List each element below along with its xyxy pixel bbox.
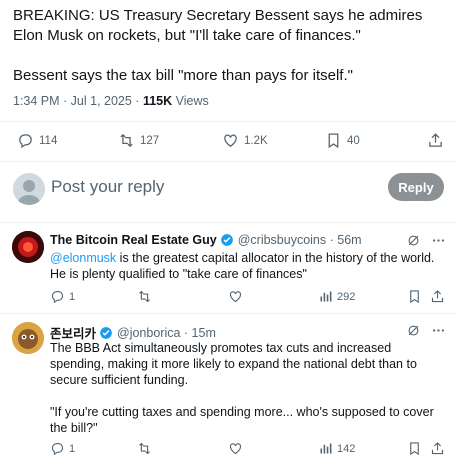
reply-count: 114	[39, 134, 58, 147]
divider	[0, 222, 456, 223]
post-time[interactable]: 1:34 PM · Jul 1, 2025 ·	[13, 94, 143, 108]
share-button[interactable]	[430, 441, 449, 456]
like-icon	[229, 443, 242, 455]
main-post: BREAKING: US Treasury Secretary Bessent …	[13, 6, 443, 86]
share-button[interactable]	[430, 289, 449, 304]
views-icon	[320, 291, 332, 302]
post-meta: 1:34 PM · Jul 1, 2025 · 115K Views	[13, 94, 209, 108]
tweet-tools	[406, 233, 446, 248]
reply-button[interactable]: 114	[17, 132, 57, 149]
bookmark-button[interactable]: 40	[325, 132, 360, 149]
more-icon[interactable]	[431, 233, 446, 248]
like-button[interactable]	[228, 289, 247, 304]
mention-link[interactable]: @elonmusk	[50, 251, 116, 265]
divider	[0, 121, 456, 122]
views-count: 115K	[142, 94, 173, 108]
bookmark-icon	[410, 442, 419, 456]
tweet-body: The BBB Act simultaneously promotes tax …	[50, 341, 434, 435]
like-button[interactable]: 1.2K	[222, 132, 268, 149]
verified-icon	[100, 326, 112, 339]
post-actions: 114 127 1.2K 40	[0, 130, 456, 152]
reply-button[interactable]: 1	[50, 441, 75, 456]
views-button[interactable]: 292	[318, 289, 355, 304]
share-icon	[431, 442, 444, 455]
reply-count: 1	[69, 442, 76, 455]
bookmark-button[interactable]	[407, 441, 426, 456]
share-button[interactable]	[427, 132, 449, 149]
more-icon[interactable]	[431, 323, 446, 338]
views-label: Views	[172, 94, 209, 108]
tweet-header: The Bitcoin Real Estate Guy @cribsbuycoi…	[50, 233, 362, 247]
divider	[0, 313, 456, 314]
author-name[interactable]: The Bitcoin Real Estate Guy	[50, 233, 217, 247]
bookmark-button[interactable]	[407, 289, 426, 304]
tweet-text: @elonmusk is the greatest capital alloca…	[50, 250, 442, 282]
post-text: BREAKING: US Treasury Secretary Bessent …	[13, 7, 423, 84]
like-icon	[229, 291, 242, 303]
repost-button[interactable]: 127	[118, 132, 159, 149]
repost-icon	[139, 290, 150, 303]
grok-icon[interactable]	[406, 233, 421, 248]
views-icon	[320, 443, 332, 454]
divider	[0, 161, 456, 162]
tweet-tools	[406, 323, 446, 338]
share-icon	[431, 290, 444, 303]
verified-icon	[220, 234, 233, 246]
avatar	[13, 173, 45, 205]
like-button[interactable]	[228, 441, 247, 456]
avatar	[12, 322, 44, 354]
share-icon	[429, 133, 442, 147]
reply-tweet[interactable]: 존보리카 @jonborica · 15m The BBB Act simult…	[0, 316, 456, 456]
reply-tweet[interactable]: The Bitcoin Real Estate Guy @cribsbuycoi…	[0, 226, 456, 310]
reply-submit-button[interactable]: Reply	[388, 173, 444, 201]
views-count: 142	[337, 442, 356, 455]
author-handle[interactable]: @cribsbuycoins · 56m	[238, 233, 362, 247]
views-count: 292	[337, 290, 356, 303]
reply-icon	[51, 442, 64, 456]
views-button[interactable]: 142	[318, 441, 355, 456]
reply-count: 1	[69, 290, 76, 303]
repost-count: 127	[140, 134, 160, 147]
bookmark-icon	[328, 133, 339, 149]
like-icon	[224, 134, 237, 147]
bookmark-count: 40	[347, 134, 360, 147]
reply-icon	[51, 290, 64, 304]
reply-composer: Post your reply Reply	[0, 165, 456, 217]
avatar	[12, 231, 44, 263]
repost-button[interactable]	[137, 289, 156, 304]
repost-button[interactable]	[137, 441, 156, 456]
reply-input[interactable]: Post your reply	[51, 177, 164, 197]
bookmark-icon	[410, 290, 419, 304]
repost-icon	[139, 442, 150, 455]
grok-icon[interactable]	[406, 323, 421, 338]
repost-icon	[120, 133, 133, 148]
author-handle[interactable]: @jonborica · 15m	[117, 326, 216, 340]
reply-icon	[19, 134, 32, 149]
reply-button[interactable]: 1	[50, 289, 75, 304]
like-count: 1.2K	[244, 134, 268, 147]
